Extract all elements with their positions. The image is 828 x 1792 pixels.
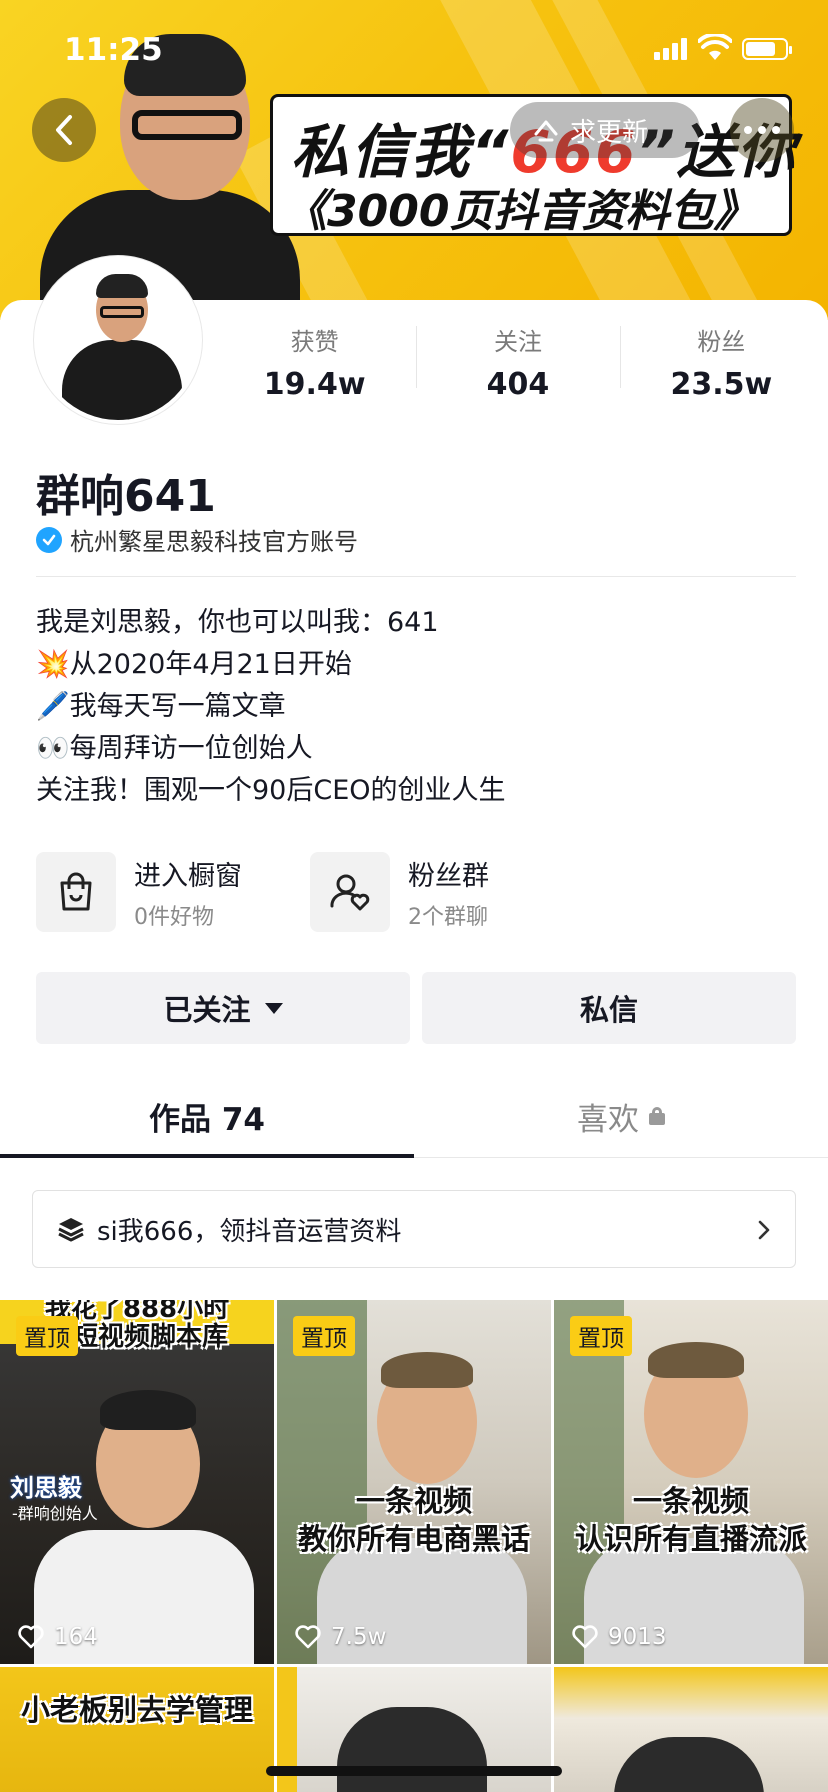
status-bar: 11:25 — [0, 26, 828, 74]
pinned-badge: 置顶 — [293, 1316, 355, 1356]
battery-icon — [742, 38, 792, 60]
video-caption: 一条视频 — [355, 1484, 472, 1518]
heart-icon — [18, 1625, 44, 1649]
request-update-icon — [534, 120, 558, 142]
status-time: 11:25 — [64, 32, 163, 68]
more-dots-icon — [744, 126, 752, 134]
video-likes: 7.5w — [295, 1624, 386, 1650]
lock-icon — [649, 1107, 665, 1125]
video-likes: 164 — [18, 1624, 98, 1650]
back-button[interactable] — [32, 98, 96, 162]
bio-line: 关注我！围观一个90后CEO的创业人生 — [36, 775, 506, 806]
active-tab-indicator — [0, 1154, 414, 1158]
shopping-bag-icon — [36, 852, 116, 932]
following-label: 已关注 — [163, 993, 251, 1027]
video-thumbnail[interactable] — [554, 1667, 828, 1792]
caret-down-icon — [264, 1002, 283, 1014]
stat-followers[interactable]: 粉丝 23.5w — [619, 322, 823, 402]
chevron-right-icon — [758, 1220, 770, 1240]
message-label: 私信 — [579, 993, 638, 1027]
bio-line: 我是刘思毅，你也可以叫我：641 — [36, 607, 439, 638]
video-thumbnail[interactable]: 小老板别去学管理 — [0, 1667, 274, 1792]
link-banner-text: si我666，领抖音运营资料 — [97, 1216, 402, 1247]
bio-line: 🖊️我每天写一篇文章 — [36, 691, 286, 722]
heart-icon — [295, 1625, 321, 1649]
pinned-badge: 置顶 — [16, 1316, 78, 1356]
shop-window-entry[interactable]: 进入橱窗 0件好物 — [36, 852, 242, 932]
tab-likes-label: 喜欢 — [577, 1101, 639, 1138]
cellular-signal-icon — [654, 38, 690, 60]
stat-value: 23.5w — [670, 367, 773, 402]
video-likes-count: 7.5w — [331, 1624, 387, 1650]
video-likes: 9013 — [572, 1624, 667, 1650]
stat-likes[interactable]: 获赞 19.4w — [213, 322, 416, 402]
video-caption-2: 教你所有电商黑话 — [297, 1522, 530, 1556]
divider — [36, 576, 796, 577]
heart-icon — [572, 1625, 598, 1649]
video-likes-count: 164 — [54, 1624, 98, 1650]
stat-label: 粉丝 — [697, 328, 746, 356]
video-thumbnail[interactable]: 我花了888小时 的短视频脚本库 刘思毅 -群响创始人 置顶 164 — [0, 1300, 274, 1664]
tab-likes[interactable]: 喜欢 — [414, 1074, 828, 1158]
more-options-button[interactable] — [730, 98, 794, 162]
following-button[interactable]: 已关注 — [36, 972, 410, 1044]
layers-icon — [58, 1218, 84, 1242]
tab-works-label: 作品 74 — [149, 1101, 265, 1138]
verified-check-icon — [36, 526, 62, 553]
home-indicator — [266, 1766, 562, 1776]
tab-works[interactable]: 作品 74 — [0, 1074, 414, 1158]
video-overlay-name: 刘思毅 — [10, 1474, 82, 1502]
fans-group-title: 粉丝群 — [408, 860, 489, 892]
wifi-icon — [697, 32, 733, 62]
stat-value: 404 — [486, 367, 550, 402]
stat-value: 19.4w — [263, 367, 366, 402]
profile-bio: 我是刘思毅，你也可以叫我：641 💥从2020年4月21日开始 🖊️我每天写一篇… — [36, 602, 796, 812]
video-caption: 一条视频 — [632, 1484, 749, 1518]
pinned-link-banner[interactable]: si我666，领抖音运营资料 — [32, 1190, 796, 1268]
profile-tabs: 作品 74 喜欢 — [0, 1074, 828, 1158]
video-thumbnail[interactable]: 一条视频 认识所有直播流派 置顶 9013 — [554, 1300, 828, 1664]
promo-line-2: 《3000页抖音资料包》 — [283, 186, 758, 237]
stat-following[interactable]: 关注 404 — [416, 322, 619, 402]
shop-title: 进入橱窗 — [134, 860, 242, 892]
bio-line: 💥从2020年4月21日开始 — [36, 649, 352, 680]
avatar[interactable] — [34, 256, 202, 424]
pinned-badge: 置顶 — [570, 1316, 632, 1356]
video-caption: 小老板别去学管理 — [20, 1693, 253, 1727]
stat-label: 获赞 — [290, 328, 339, 356]
profile-name: 群响641 — [36, 471, 216, 522]
video-overlay-sub: -群响创始人 — [12, 1504, 98, 1523]
message-button[interactable]: 私信 — [422, 972, 796, 1044]
request-update-button[interactable]: 求更新 — [510, 102, 700, 158]
fans-group-entry[interactable]: 粉丝群 2个群聊 — [310, 852, 489, 932]
stat-label: 关注 — [493, 328, 542, 356]
request-update-label: 求更新 — [570, 117, 649, 148]
video-likes-count: 9013 — [608, 1624, 667, 1650]
profile-stats: 获赞 19.4w 关注 404 粉丝 23.5w — [213, 322, 823, 402]
fans-group-subtitle: 2个群聊 — [408, 904, 488, 930]
chevron-left-icon — [56, 115, 72, 145]
verified-badge: 杭州繁星思毅科技官方账号 — [36, 522, 358, 557]
shop-subtitle: 0件好物 — [134, 904, 214, 930]
fans-group-icon — [310, 852, 390, 932]
verified-text: 杭州繁星思毅科技官方账号 — [70, 528, 358, 556]
video-grid: 我花了888小时 的短视频脚本库 刘思毅 -群响创始人 置顶 164 一条视频 … — [0, 1300, 828, 1792]
bio-line: 👀每周拜访一位创始人 — [36, 733, 313, 764]
video-caption-2: 认识所有直播流派 — [574, 1522, 807, 1556]
video-thumbnail[interactable]: 一条视频 教你所有电商黑话 置顶 7.5w — [277, 1300, 551, 1664]
